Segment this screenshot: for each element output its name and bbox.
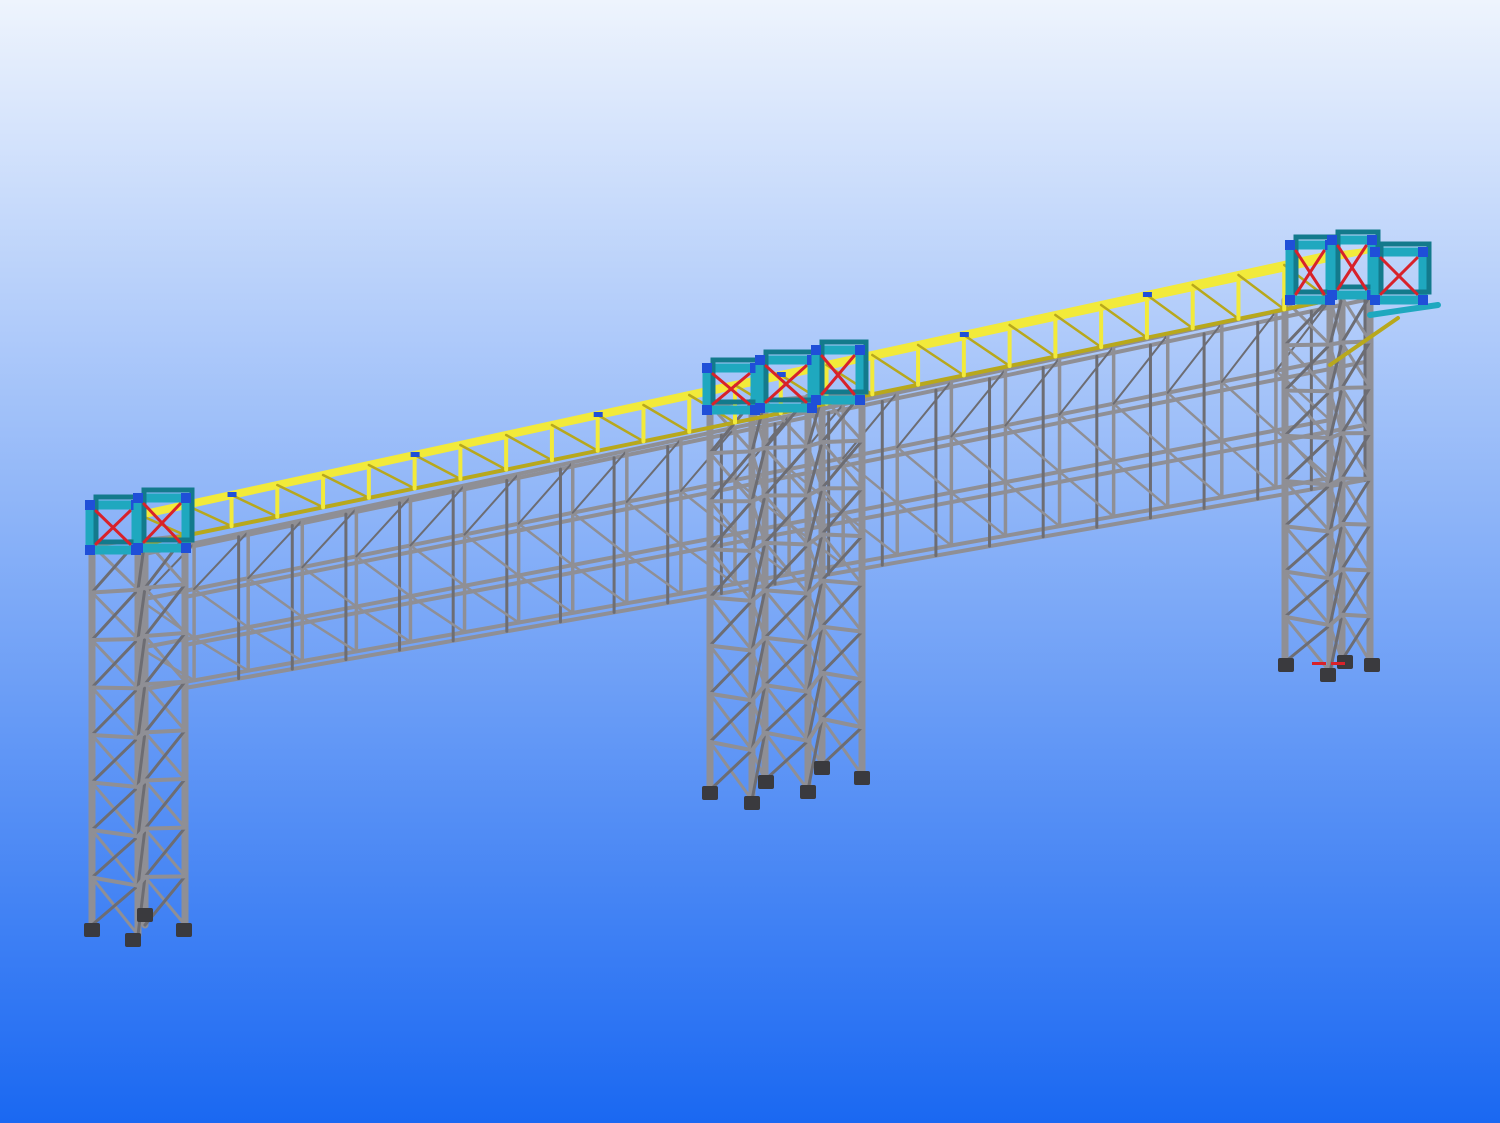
- base-plate: [814, 761, 830, 775]
- connection-node: [1370, 295, 1380, 305]
- base-plate: [1278, 658, 1294, 672]
- base-plate: [702, 786, 718, 800]
- base-plate: [1364, 658, 1380, 672]
- tower-strut: [90, 587, 140, 595]
- connection-node: [811, 345, 821, 355]
- connection-node: [855, 395, 865, 405]
- connection-node: [811, 395, 821, 405]
- 3d-model-viewport[interactable]: [0, 0, 1500, 1123]
- connection-node: [702, 363, 712, 373]
- connection-node: [1370, 247, 1380, 257]
- connection-node: [1285, 240, 1295, 250]
- base-plate: [800, 785, 816, 799]
- tower-strut: [1283, 342, 1332, 348]
- base-plate: [176, 923, 192, 937]
- tower-strut: [763, 540, 810, 547]
- connection-node: [755, 355, 765, 365]
- tower-strut: [708, 547, 754, 554]
- connection-node: [1327, 235, 1337, 245]
- tower-strut: [90, 733, 140, 740]
- tower-strut: [143, 679, 187, 687]
- base-plate: [744, 796, 760, 810]
- portal-middle-2: [755, 349, 821, 413]
- base-plate: [137, 908, 153, 922]
- connection-node: [1285, 295, 1295, 305]
- tower-strut: [708, 449, 754, 456]
- portal-middle-3: [811, 339, 869, 405]
- connection-node: [1418, 247, 1428, 257]
- portal-right-3: [1370, 241, 1432, 305]
- base-plate: [125, 933, 141, 947]
- portal-left-2: [133, 487, 195, 553]
- connection-node: [181, 493, 191, 503]
- tower-strut: [820, 438, 864, 445]
- connection-node: [1327, 290, 1337, 300]
- connection-node: [755, 403, 765, 413]
- tower-strut: [1340, 567, 1372, 573]
- base-plate: [854, 771, 870, 785]
- connection-node: [1367, 235, 1377, 245]
- connection-node: [133, 543, 143, 553]
- tower-strut: [143, 874, 187, 879]
- tower-strut: [1340, 612, 1372, 619]
- connection-node: [855, 345, 865, 355]
- base-plate: [1320, 668, 1336, 682]
- connection-node: [85, 545, 95, 555]
- connection-node: [85, 500, 95, 510]
- tower-strut: [820, 532, 864, 539]
- connection-plate: [959, 332, 969, 337]
- connection-plate: [227, 492, 237, 497]
- tower-strut: [90, 685, 140, 691]
- tower-strut: [143, 728, 187, 735]
- connection-plate: [593, 412, 603, 417]
- connection-node: [133, 493, 143, 503]
- portal-middle-1: [702, 357, 764, 415]
- tower-strut: [1283, 433, 1332, 441]
- tower-strut: [143, 825, 187, 831]
- base-plate: [84, 923, 100, 937]
- tower-strut: [90, 637, 140, 642]
- tower-strut: [1340, 385, 1372, 390]
- connection-plate: [410, 452, 420, 457]
- connection-node: [181, 543, 191, 553]
- tower-strut: [763, 444, 810, 451]
- connection-node: [1418, 295, 1428, 305]
- base-plate: [758, 775, 774, 789]
- connection-node: [702, 405, 712, 415]
- tower-strut: [1340, 521, 1372, 527]
- connection-plate: [1142, 292, 1152, 297]
- survey-marker: [1312, 662, 1326, 665]
- tower-strut: [143, 777, 187, 783]
- steel-truss-bridge-model: [0, 0, 1500, 1123]
- tower-strut: [1283, 388, 1332, 394]
- survey-marker: [1331, 662, 1345, 665]
